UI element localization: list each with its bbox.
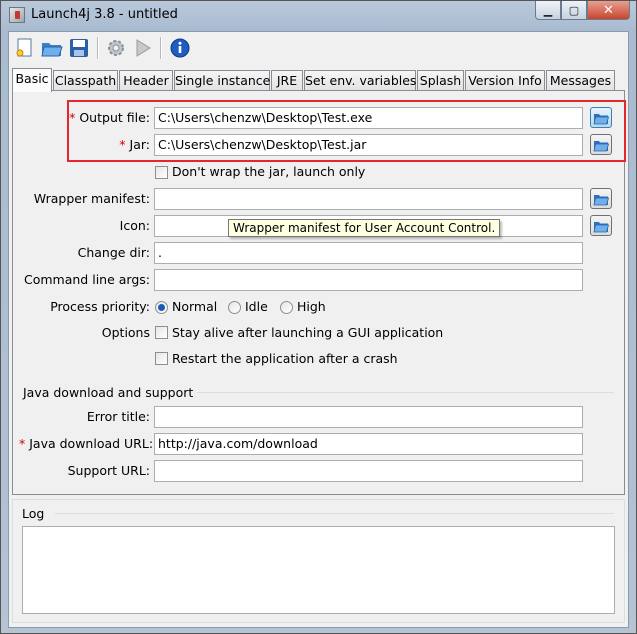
tab-version-info[interactable]: Version Info: [465, 70, 545, 90]
build-gear-icon[interactable]: [104, 36, 128, 60]
tab-single-instance[interactable]: Single instance: [174, 70, 270, 90]
stay-alive-label: Stay alive after launching a GUI applica…: [172, 325, 444, 340]
java-download-url-field[interactable]: http://java.com/download: [154, 433, 583, 455]
toolbar: [9, 32, 628, 64]
priority-normal-radio[interactable]: [155, 301, 168, 314]
required-mark: *: [19, 436, 26, 451]
tab-classpath[interactable]: Classpath: [53, 70, 118, 90]
log-textarea[interactable]: [22, 526, 615, 614]
support-url-field[interactable]: [154, 460, 583, 482]
error-title-field[interactable]: [154, 406, 583, 428]
dont-wrap-label: Don't wrap the jar, launch only: [172, 164, 366, 179]
wrapper-manifest-label: Wrapper manifest:: [33, 191, 150, 206]
wrapper-manifest-field[interactable]: [154, 188, 583, 210]
options-label: Options: [101, 325, 150, 340]
priority-high-radio[interactable]: [280, 301, 293, 314]
priority-high-label: High: [297, 299, 326, 314]
title-bar[interactable]: Launch4j 3.8 - untitled ▁ ▢ ✕: [1, 1, 636, 31]
command-line-args-label: Command line args:: [24, 272, 150, 287]
java-section-title: Java download and support: [23, 385, 198, 400]
run-play-icon[interactable]: [131, 36, 155, 60]
priority-normal-label: Normal: [172, 299, 218, 314]
about-info-icon[interactable]: [168, 36, 192, 60]
open-folder-icon[interactable]: [40, 36, 64, 60]
log-separator: [55, 513, 614, 514]
change-dir-label: Change dir:: [77, 245, 150, 260]
window-title: Launch4j 3.8 - untitled: [31, 7, 178, 22]
log-title: Log: [22, 506, 49, 521]
dont-wrap-checkbox[interactable]: [155, 166, 168, 179]
java-download-url-label: * Java download URL:: [19, 436, 154, 451]
open-folder-icon: [593, 221, 609, 232]
tab-splash[interactable]: Splash: [417, 70, 464, 90]
tab-messages[interactable]: Messages: [546, 70, 615, 90]
wrapper-manifest-tooltip: Wrapper manifest for User Account Contro…: [228, 219, 501, 237]
icon-browse-button[interactable]: [590, 215, 612, 236]
tab-header[interactable]: Header: [119, 70, 173, 90]
save-icon[interactable]: [67, 36, 91, 60]
window-controls: ▁ ▢ ✕: [535, 1, 630, 21]
toolbar-separator: [97, 37, 99, 59]
java-download-url-label-text: Java download URL:: [29, 436, 154, 451]
change-dir-field[interactable]: .: [154, 242, 583, 264]
open-folder-icon: [593, 194, 609, 205]
java-app-icon: [9, 7, 25, 23]
error-title-label: Error title:: [86, 409, 150, 424]
restart-checkbox[interactable]: [155, 352, 168, 365]
restart-label: Restart the application after a crash: [172, 351, 398, 366]
support-url-label: Support URL:: [67, 463, 150, 478]
maximize-button[interactable]: ▢: [561, 1, 587, 20]
close-button[interactable]: ✕: [587, 1, 630, 20]
priority-idle-label: Idle: [245, 299, 268, 314]
client-area: Basic Classpath Header Single instance J…: [8, 31, 629, 628]
wrapper-manifest-browse-button[interactable]: [590, 188, 612, 209]
command-line-args-field[interactable]: [154, 269, 583, 291]
java-section-separator: [188, 392, 614, 393]
icon-label: Icon:: [119, 218, 150, 233]
tab-set-env-variables[interactable]: Set env. variables: [304, 70, 416, 90]
toolbar-separator: [160, 37, 162, 59]
minimize-button[interactable]: ▁: [535, 1, 561, 20]
new-config-icon[interactable]: [13, 36, 37, 60]
stay-alive-checkbox[interactable]: [155, 326, 168, 339]
launch4j-window: Launch4j 3.8 - untitled ▁ ▢ ✕ Basic Clas…: [0, 0, 637, 634]
process-priority-label: Process priority:: [50, 299, 150, 314]
priority-idle-radio[interactable]: [228, 301, 241, 314]
tab-jre[interactable]: JRE: [271, 70, 303, 90]
required-fields-highlight: [67, 100, 626, 162]
tab-basic[interactable]: Basic: [12, 68, 52, 92]
